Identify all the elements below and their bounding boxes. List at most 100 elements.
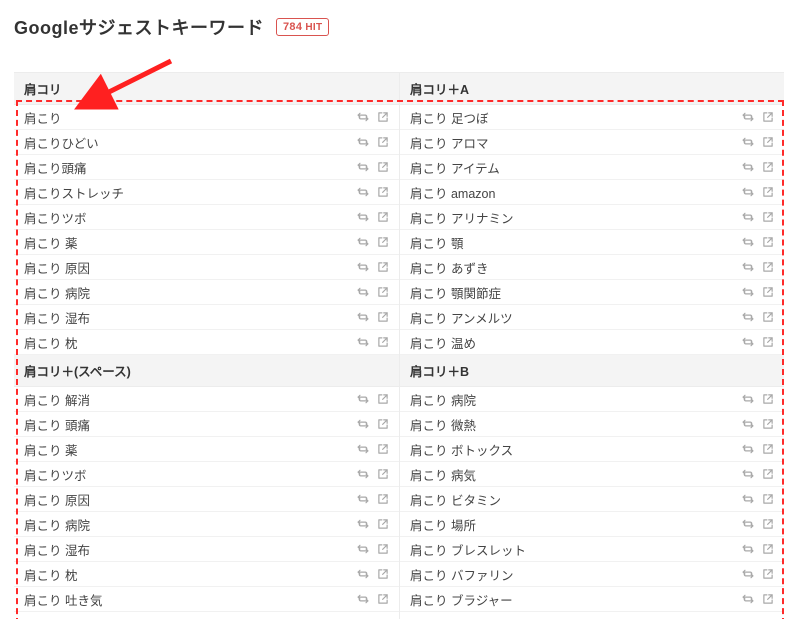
external-link-icon[interactable] [762,111,774,123]
keyword-row[interactable]: 肩こり 頭痛 [14,412,399,437]
external-link-icon[interactable] [762,136,774,148]
retweet-icon[interactable] [742,111,754,123]
retweet-icon[interactable] [742,136,754,148]
keyword-row[interactable]: 肩こり 枕 [14,330,399,355]
keyword-row[interactable]: 肩こり ビタミン [400,487,784,512]
retweet-icon[interactable] [742,261,754,273]
retweet-icon[interactable] [357,493,369,505]
external-link-icon[interactable] [762,418,774,430]
retweet-icon[interactable] [357,186,369,198]
external-link-icon[interactable] [762,211,774,223]
keyword-row[interactable]: 肩こり 薬 [14,437,399,462]
external-link-icon[interactable] [377,543,389,555]
keyword-row[interactable]: 肩こり 吐き気 [14,587,399,612]
retweet-icon[interactable] [742,593,754,605]
retweet-icon[interactable] [742,393,754,405]
external-link-icon[interactable] [377,111,389,123]
external-link-icon[interactable] [762,236,774,248]
keyword-row[interactable]: 肩こり 枕 [14,562,399,587]
keyword-row[interactable]: 肩こり 解消 [14,387,399,412]
keyword-row[interactable]: 肩こりひどい [14,130,399,155]
external-link-icon[interactable] [762,393,774,405]
keyword-row[interactable]: 肩こり頭痛 [14,155,399,180]
retweet-icon[interactable] [357,543,369,555]
retweet-icon[interactable] [357,311,369,323]
external-link-icon[interactable] [377,568,389,580]
retweet-icon[interactable] [742,286,754,298]
keyword-row[interactable]: 肩こり 微熱 [400,412,784,437]
retweet-icon[interactable] [742,186,754,198]
retweet-icon[interactable] [357,518,369,530]
retweet-icon[interactable] [742,161,754,173]
keyword-row[interactable]: 肩こり amazon [400,180,784,205]
keyword-row[interactable]: 肩こり ブレスレット [400,537,784,562]
keyword-row[interactable]: 肩こり 病院 [400,387,784,412]
external-link-icon[interactable] [762,518,774,530]
external-link-icon[interactable] [377,161,389,173]
retweet-icon[interactable] [357,568,369,580]
keyword-row[interactable]: 肩こりツボ [14,462,399,487]
external-link-icon[interactable] [377,493,389,505]
external-link-icon[interactable] [377,418,389,430]
keyword-row[interactable]: 肩こり 湿布 [14,305,399,330]
retweet-icon[interactable] [742,236,754,248]
external-link-icon[interactable] [377,236,389,248]
keyword-row[interactable]: 肩こり 顎 [400,230,784,255]
external-link-icon[interactable] [762,593,774,605]
keyword-row[interactable]: 肩こり アイテム [400,155,784,180]
keyword-row[interactable]: 肩こりツボ [14,205,399,230]
external-link-icon[interactable] [377,286,389,298]
external-link-icon[interactable] [377,186,389,198]
external-link-icon[interactable] [762,493,774,505]
retweet-icon[interactable] [742,543,754,555]
keyword-row[interactable]: 肩こり 原因 [14,255,399,280]
external-link-icon[interactable] [762,468,774,480]
retweet-icon[interactable] [357,336,369,348]
retweet-icon[interactable] [357,161,369,173]
keyword-row[interactable]: 肩こり 温め [400,330,784,355]
external-link-icon[interactable] [762,186,774,198]
external-link-icon[interactable] [762,161,774,173]
retweet-icon[interactable] [357,136,369,148]
retweet-icon[interactable] [742,336,754,348]
external-link-icon[interactable] [762,568,774,580]
external-link-icon[interactable] [377,393,389,405]
keyword-row[interactable]: 肩こり 原因 [14,487,399,512]
retweet-icon[interactable] [742,311,754,323]
keyword-row[interactable]: 肩こり 湿布 [14,537,399,562]
external-link-icon[interactable] [762,443,774,455]
retweet-icon[interactable] [742,568,754,580]
retweet-icon[interactable] [357,111,369,123]
keyword-row[interactable]: 肩こり アンメルツ [400,305,784,330]
retweet-icon[interactable] [742,211,754,223]
keyword-row[interactable]: 肩こり ボトックス [400,437,784,462]
external-link-icon[interactable] [377,443,389,455]
keyword-row[interactable]: 肩こり アリナミン [400,205,784,230]
keyword-row[interactable]: 肩こり 薬 [14,230,399,255]
keyword-row[interactable]: 肩こり 筋トレ [14,612,399,619]
retweet-icon[interactable] [357,236,369,248]
keyword-row[interactable]: 肩こり 病気 [400,462,784,487]
retweet-icon[interactable] [357,393,369,405]
retweet-icon[interactable] [357,443,369,455]
external-link-icon[interactable] [377,211,389,223]
retweet-icon[interactable] [742,518,754,530]
retweet-icon[interactable] [357,261,369,273]
retweet-icon[interactable] [357,286,369,298]
keyword-row[interactable]: 肩こり バファリン [400,562,784,587]
external-link-icon[interactable] [377,311,389,323]
external-link-icon[interactable] [762,311,774,323]
keyword-row[interactable]: 肩こり 足つぼ [400,105,784,130]
external-link-icon[interactable] [762,286,774,298]
external-link-icon[interactable] [377,136,389,148]
external-link-icon[interactable] [377,593,389,605]
external-link-icon[interactable] [762,543,774,555]
keyword-row[interactable]: 肩こり あずき [400,255,784,280]
retweet-icon[interactable] [357,211,369,223]
retweet-icon[interactable] [742,443,754,455]
external-link-icon[interactable] [762,261,774,273]
retweet-icon[interactable] [742,418,754,430]
retweet-icon[interactable] [357,593,369,605]
keyword-row[interactable]: 肩こり 病院 [14,512,399,537]
keyword-row[interactable]: 肩こり 顎関節症 [400,280,784,305]
